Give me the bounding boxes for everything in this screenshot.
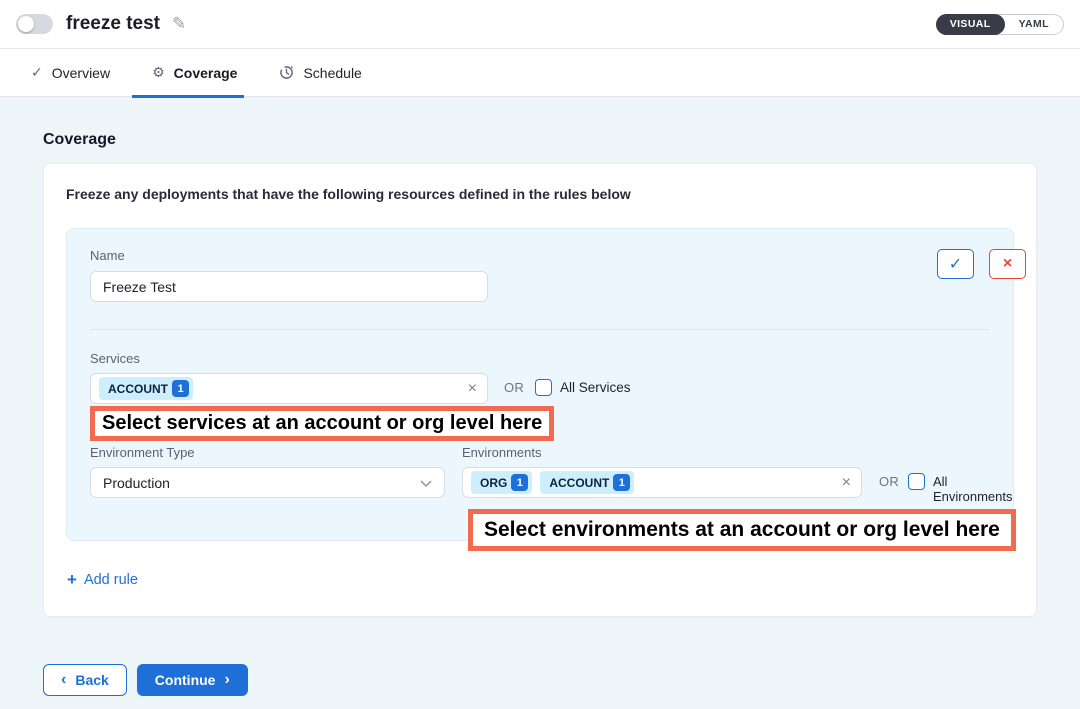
environment-type-value: Production [103, 475, 170, 491]
yaml-toggle-option[interactable]: YAML [1005, 14, 1063, 35]
continue-button-label: Continue [155, 672, 216, 688]
gear-icon: ⚙ [152, 64, 165, 81]
back-button-label: Back [75, 672, 108, 688]
all-environments-label: All Environments [933, 474, 1013, 504]
environment-scope-chip[interactable]: ACCOUNT 1 [540, 471, 634, 494]
chevron-down-icon [420, 475, 432, 491]
tab-coverage[interactable]: ⚙ Coverage [152, 49, 237, 97]
wizard-footer: ‹ Back Continue › [43, 664, 1037, 696]
top-bar: freeze test ✎ VISUAL YAML [0, 0, 1080, 49]
environments-annotation-callout: Select environments at an account or org… [468, 509, 1016, 551]
environments-label: Environments [462, 445, 541, 460]
all-environments-checkbox[interactable] [908, 473, 925, 490]
chip-count-badge: 1 [613, 474, 630, 491]
chip-label: ACCOUNT [108, 382, 168, 396]
check-icon: ✓ [949, 254, 962, 274]
rule-divider [90, 329, 989, 330]
continue-button[interactable]: Continue › [137, 664, 248, 696]
tab-bar: ✓ Overview ⚙ Coverage Schedule [0, 49, 1080, 97]
chevron-left-icon: ‹ [61, 672, 66, 688]
edit-pencil-icon[interactable]: ✎ [172, 14, 186, 34]
services-label: Services [90, 351, 140, 366]
all-services-label: All Services [560, 380, 631, 395]
add-rule-button[interactable]: + Add rule [67, 571, 138, 588]
toggle-knob-icon [18, 16, 34, 32]
services-annotation-callout: Select services at an account or org lev… [90, 406, 554, 441]
tab-coverage-label: Coverage [174, 65, 238, 81]
freeze-enabled-toggle[interactable] [16, 14, 53, 34]
tab-overview[interactable]: ✓ Overview [31, 49, 110, 97]
services-multiselect[interactable]: ACCOUNT 1 × [90, 373, 488, 404]
name-label: Name [90, 248, 125, 263]
environments-or-text: OR [879, 474, 899, 489]
environment-type-label: Environment Type [90, 445, 195, 460]
chip-label: ORG [480, 476, 507, 490]
chip-label: ACCOUNT [549, 476, 609, 490]
freeze-rule-card: Name ✓ × Services ACCOUNT 1 × OR [66, 228, 1014, 541]
environments-multiselect[interactable]: ORG 1 ACCOUNT 1 × [462, 467, 862, 498]
chip-count-badge: 1 [511, 474, 528, 491]
chip-count-badge: 1 [172, 380, 189, 397]
freeze-studio-screen: freeze test ✎ VISUAL YAML ✓ Overview ⚙ C… [0, 0, 1080, 709]
clear-services-icon[interactable]: × [468, 381, 477, 397]
clear-environments-icon[interactable]: × [842, 475, 851, 491]
delete-rule-button[interactable]: × [989, 249, 1026, 279]
coverage-page: Coverage Freeze any deployments that hav… [0, 97, 1080, 696]
freeze-title: freeze test [66, 13, 160, 35]
tab-schedule-label: Schedule [303, 65, 361, 81]
services-or-text: OR [504, 380, 524, 395]
service-scope-chip[interactable]: ACCOUNT 1 [99, 377, 193, 400]
coverage-card: Freeze any deployments that have the fol… [43, 163, 1037, 617]
coverage-intro-text: Freeze any deployments that have the fol… [66, 186, 1014, 202]
back-button[interactable]: ‹ Back [43, 664, 127, 696]
schedule-clock-icon [279, 65, 294, 80]
visual-yaml-toggle: VISUAL YAML [936, 14, 1064, 35]
check-icon: ✓ [31, 64, 43, 81]
chevron-right-icon: › [224, 672, 229, 688]
confirm-rule-button[interactable]: ✓ [937, 249, 974, 279]
page-title: Coverage [43, 131, 1037, 149]
add-rule-label: Add rule [84, 572, 138, 588]
environment-type-select[interactable]: Production [90, 467, 445, 498]
rule-name-input[interactable] [90, 271, 488, 302]
close-icon: × [1003, 255, 1012, 273]
environment-scope-chip[interactable]: ORG 1 [471, 471, 532, 494]
visual-toggle-option[interactable]: VISUAL [936, 14, 1005, 35]
plus-icon: + [67, 571, 77, 588]
tab-schedule[interactable]: Schedule [279, 49, 361, 97]
tab-overview-label: Overview [52, 65, 110, 81]
all-services-checkbox[interactable] [535, 379, 552, 396]
